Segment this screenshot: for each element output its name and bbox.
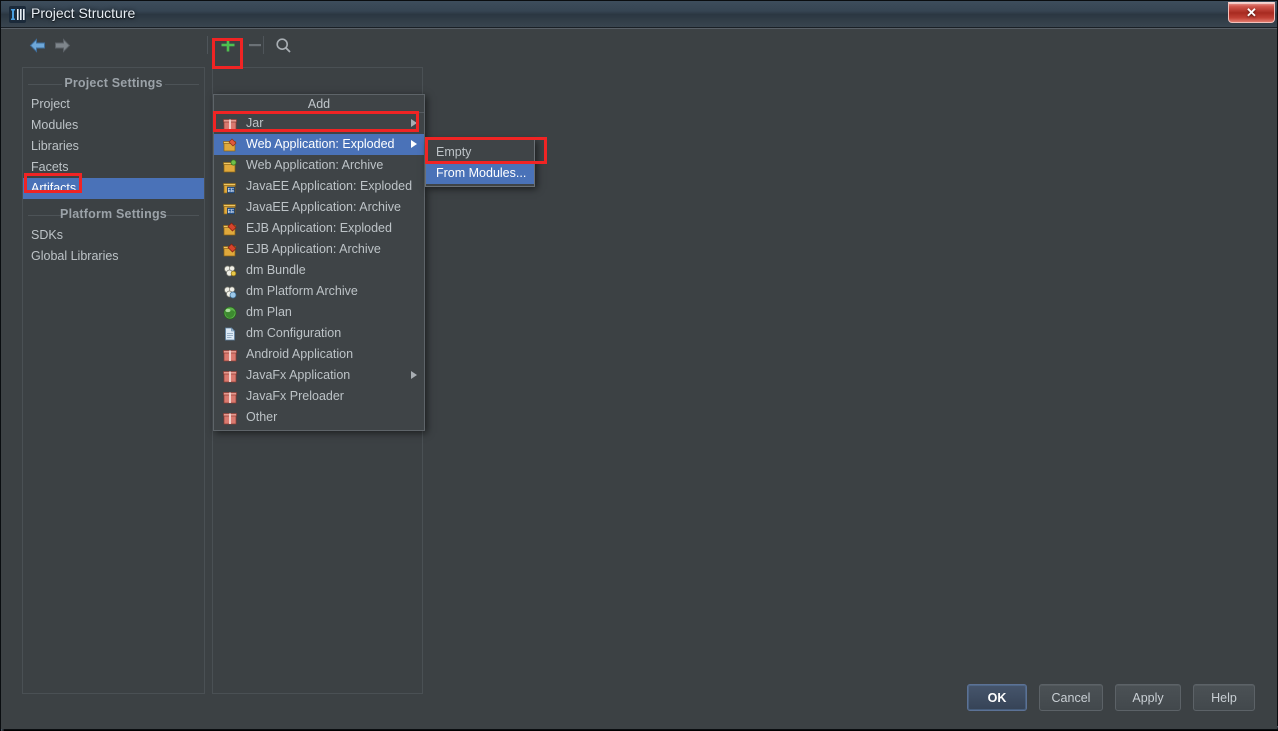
menu-item-javaee-application-exploded[interactable]: EE JavaEE Application: Exploded (214, 176, 424, 197)
chevron-right-icon (411, 371, 417, 379)
javafx-preloader-icon (223, 392, 237, 404)
document-icon (225, 327, 236, 341)
other-package-icon (223, 413, 237, 425)
menu-item-label: EJB Application: Exploded (246, 221, 392, 235)
sidebar-item-facets[interactable]: Facets (23, 157, 204, 178)
sidebar-item-project[interactable]: Project (23, 94, 204, 115)
menu-item-label: JavaFx Application (246, 368, 351, 382)
sidebar-group-label: Project Settings (64, 76, 163, 90)
jar-package-icon (223, 119, 237, 131)
web-exploded-icon (223, 138, 237, 152)
search-button[interactable] (272, 34, 294, 56)
svg-text:EE: EE (228, 188, 235, 194)
settings-sidebar: Project Settings Project Modules Librari… (22, 67, 205, 694)
forward-button[interactable] (51, 34, 73, 56)
back-button[interactable] (26, 34, 48, 56)
menu-item-ejb-application-archive[interactable]: EJB Application: Archive (214, 239, 424, 260)
submenu-item-from-modules[interactable]: From Modules... (426, 163, 534, 184)
menu-item-ejb-application-exploded[interactable]: EJB Application: Exploded (214, 218, 424, 239)
sidebar-group-label: Platform Settings (60, 207, 167, 221)
apply-button[interactable]: Apply (1115, 684, 1181, 711)
close-button[interactable]: ✕ (1228, 2, 1275, 23)
menu-item-javaee-application-archive[interactable]: EE JavaEE Application: Archive (214, 197, 424, 218)
menu-item-dm-bundle[interactable]: dm Bundle (214, 260, 424, 281)
menu-item-dm-plan[interactable]: dm Plan (214, 302, 424, 323)
arrow-right-icon (54, 37, 70, 53)
arrow-left-icon (29, 37, 45, 53)
toolbar (1, 29, 1277, 62)
add-plus-button[interactable] (217, 34, 239, 56)
intellij-idea-icon (9, 6, 26, 23)
web-exploded-submenu: Empty From Modules... (425, 139, 535, 187)
toolbar-separator-1 (207, 36, 208, 54)
sidebar-group-platform-settings: Platform Settings (23, 205, 204, 225)
add-popup-menu: Add Jar Web Application: Exploded Web Ap… (213, 94, 425, 431)
help-button[interactable]: Help (1193, 684, 1255, 711)
javaee-exploded-icon: EE (223, 183, 236, 194)
sidebar-item-libraries[interactable]: Libraries (23, 136, 204, 157)
menu-item-label: dm Plan (246, 305, 292, 319)
ejb-archive-icon (223, 243, 237, 257)
menu-item-javafx-application[interactable]: JavaFx Application (214, 365, 424, 386)
android-package-icon (223, 350, 237, 362)
web-archive-icon (223, 159, 237, 173)
dialog-body: Project Settings Project Modules Librari… (1, 28, 1277, 729)
svg-text:EE: EE (228, 209, 235, 215)
sidebar-item-modules[interactable]: Modules (23, 115, 204, 136)
cancel-button[interactable]: Cancel (1039, 684, 1103, 711)
menu-item-label: Web Application: Exploded (246, 137, 395, 151)
menu-item-dm-platform-archive[interactable]: dm Platform Archive (214, 281, 424, 302)
menu-item-web-application-exploded[interactable]: Web Application: Exploded (214, 134, 424, 155)
sidebar-item-sdks[interactable]: SDKs (23, 225, 204, 246)
minus-icon (249, 44, 261, 47)
titlebar-sheen (1, 1, 1277, 14)
menu-item-web-application-archive[interactable]: Web Application: Archive (214, 155, 424, 176)
menu-item-label: EJB Application: Archive (246, 242, 381, 256)
dm-platform-archive-icon (224, 286, 237, 299)
sidebar-group-project-settings: Project Settings (23, 74, 204, 94)
plus-icon (221, 38, 235, 52)
menu-item-label: Web Application: Archive (246, 158, 384, 172)
close-icon: ✕ (1246, 4, 1257, 20)
search-icon (275, 37, 291, 53)
menu-title: Add (214, 95, 424, 113)
sidebar-item-global-libraries[interactable]: Global Libraries (23, 246, 204, 267)
menu-item-dm-configuration[interactable]: dm Configuration (214, 323, 424, 344)
menu-item-label: Jar (246, 116, 264, 130)
menu-item-jar[interactable]: Jar (214, 113, 424, 134)
chevron-right-icon (411, 140, 417, 148)
dm-bundle-icon (224, 265, 237, 277)
menu-item-label: dm Platform Archive (246, 284, 358, 298)
javafx-package-icon (223, 371, 237, 383)
submenu-item-empty[interactable]: Empty (426, 142, 534, 163)
dm-plan-globe-icon (223, 306, 237, 320)
menu-item-label: JavaEE Application: Exploded (246, 179, 413, 193)
chevron-right-icon (411, 119, 417, 127)
ejb-exploded-icon (223, 222, 237, 236)
menu-item-android-application[interactable]: Android Application (214, 344, 424, 365)
menu-item-label: JavaEE Application: Archive (246, 200, 401, 214)
javaee-archive-icon: EE (223, 204, 236, 215)
sidebar-item-artifacts[interactable]: Artifacts (23, 178, 204, 199)
window-title: Project Structure (31, 5, 136, 21)
title-bar: Project Structure ✕ (1, 1, 1277, 28)
project-structure-dialog: Project Structure ✕ Project Settings Pro… (0, 0, 1278, 731)
menu-item-label: dm Configuration (246, 326, 342, 340)
menu-item-other[interactable]: Other (214, 407, 424, 428)
menu-item-label: JavaFx Preloader (246, 389, 344, 403)
menu-item-javafx-preloader[interactable]: JavaFx Preloader (214, 386, 424, 407)
menu-item-label: Other (246, 410, 278, 424)
menu-item-label: dm Bundle (246, 263, 306, 277)
menu-item-label: Android Application (246, 347, 354, 361)
toolbar-separator-2 (263, 36, 264, 54)
dialog-button-row: OK Cancel Apply Help (967, 684, 1255, 711)
ok-button[interactable]: OK (967, 684, 1027, 711)
